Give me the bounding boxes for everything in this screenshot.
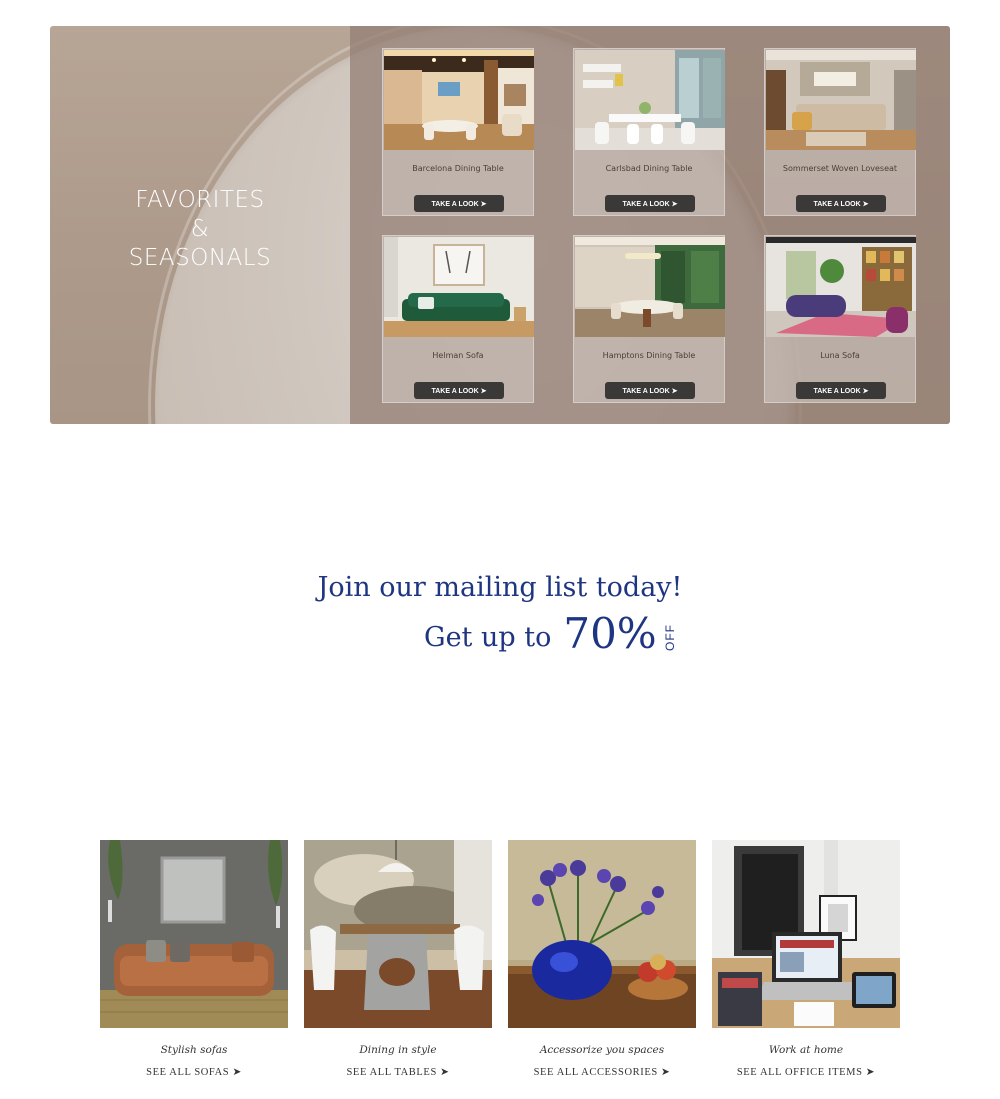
see-all-tables-link[interactable]: SEE ALL TABLES ➤	[304, 1066, 492, 1078]
product-image-helman-sofa[interactable]	[384, 237, 534, 337]
take-a-look-button[interactable]: TAKE A LOOK ➤	[605, 382, 695, 399]
category-sofas: Stylish sofas SEE ALL SOFAS ➤	[100, 840, 288, 1078]
product-image-luna-sofa[interactable]	[766, 237, 916, 337]
category-image-accessories[interactable]	[508, 840, 696, 1028]
category-accessories: Accessorize you spaces SEE ALL ACCESSORI…	[508, 840, 696, 1078]
category-image-sofas[interactable]	[100, 840, 288, 1028]
get-up-to-text: Get up to	[424, 622, 552, 653]
category-title: Work at home	[768, 1044, 844, 1056]
take-a-look-button[interactable]: TAKE A LOOK ➤	[796, 195, 886, 212]
take-a-look-button[interactable]: TAKE A LOOK ➤	[796, 382, 886, 399]
category-title: Accessorize you spaces	[539, 1044, 665, 1056]
take-a-look-button[interactable]: TAKE A LOOK ➤	[605, 195, 695, 212]
discount-line: Get up to 70% OFF	[424, 607, 677, 657]
see-all-office-items-link[interactable]: SEE ALL OFFICE ITEMS ➤	[712, 1066, 900, 1078]
hero-title-line3: SEASONALS	[128, 245, 272, 271]
category-title: Dining in style	[359, 1044, 437, 1056]
category-image-tables[interactable]	[304, 840, 492, 1028]
favorites-seasonals-banner: FAVORITES & SEASONALS Barcelona Dining T…	[50, 26, 950, 424]
category-title: Stylish sofas	[160, 1044, 228, 1056]
product-image-carlsbad-dining[interactable]	[575, 50, 725, 150]
product-name: Barcelona Dining Table	[412, 164, 504, 173]
take-a-look-button[interactable]: TAKE A LOOK ➤	[414, 195, 504, 212]
hero-title: FAVORITES & SEASONALS	[120, 186, 280, 273]
product-name: Sommerset Woven Loveseat	[782, 164, 898, 173]
category-office: Work at home SEE ALL OFFICE ITEMS ➤	[712, 840, 900, 1078]
product-card-barcelona: Barcelona Dining Table TAKE A LOOK ➤	[382, 48, 534, 216]
hero-title-line1: FAVORITES	[135, 187, 265, 213]
discount-percent: 70%	[563, 609, 657, 658]
category-image-office[interactable]	[712, 840, 900, 1028]
take-a-look-button[interactable]: TAKE A LOOK ➤	[414, 382, 504, 399]
product-card-helman: Helman Sofa TAKE A LOOK ➤	[382, 235, 534, 403]
product-name: Hamptons Dining Table	[602, 351, 696, 360]
product-card-carlsbad: Carlsbad Dining Table TAKE A LOOK ➤	[573, 48, 725, 216]
product-card-luna: Luna Sofa TAKE A LOOK ➤	[764, 235, 916, 403]
off-label: OFF	[662, 624, 677, 651]
product-card-sommerset: Sommerset Woven Loveseat TAKE A LOOK ➤	[764, 48, 916, 216]
mailing-list-headline[interactable]: Join our mailing list today!	[0, 572, 1000, 603]
product-image-hamptons-dining[interactable]	[575, 237, 725, 337]
product-name: Carlsbad Dining Table	[605, 164, 693, 173]
category-tables: Dining in style SEE ALL TABLES ➤	[304, 840, 492, 1078]
product-image-sommerset-loveseat[interactable]	[766, 50, 916, 150]
product-image-barcelona-dining[interactable]	[384, 50, 534, 150]
product-card-hamptons: Hamptons Dining Table TAKE A LOOK ➤	[573, 235, 725, 403]
hero-title-line2: &	[190, 216, 210, 242]
product-name: Helman Sofa	[432, 351, 484, 360]
see-all-accessories-link[interactable]: SEE ALL ACCESSORIES ➤	[508, 1066, 696, 1078]
product-name: Luna Sofa	[820, 351, 860, 360]
see-all-sofas-link[interactable]: SEE ALL SOFAS ➤	[100, 1066, 288, 1078]
